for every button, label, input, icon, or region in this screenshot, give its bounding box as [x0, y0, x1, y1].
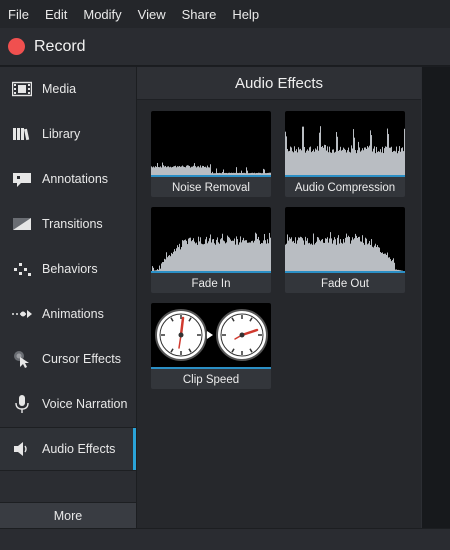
speech-bubble-icon — [11, 168, 33, 190]
noise-removal-waveform-icon — [151, 111, 271, 177]
books-icon — [11, 123, 33, 145]
cursor-effects-icon — [11, 348, 33, 370]
sidebar-item-cursor-effects[interactable]: Cursor Effects — [0, 337, 136, 381]
effect-label: Fade In — [191, 278, 231, 290]
sidebar: Media Library Annotations Transitions Be… — [0, 67, 137, 528]
more-button[interactable]: More — [0, 502, 136, 528]
effect-tile-fade-in[interactable]: Fade In — [151, 207, 271, 293]
menu-file[interactable]: File — [8, 7, 29, 22]
sidebar-item-label: Cursor Effects — [42, 352, 121, 366]
behaviors-icon — [11, 258, 33, 280]
effect-tile-fade-out[interactable]: Fade Out — [285, 207, 405, 293]
sidebar-item-transitions[interactable]: Transitions — [0, 202, 136, 246]
audio-effects-panel: Audio Effects Noise Removal Audio Compre… — [137, 67, 421, 528]
transition-icon — [11, 213, 33, 235]
record-button[interactable]: Record — [34, 38, 86, 56]
sidebar-item-behaviors[interactable]: Behaviors — [0, 247, 136, 291]
effect-tile-clip-speed[interactable]: Clip Speed — [151, 303, 271, 389]
active-indicator — [133, 428, 136, 470]
sidebar-item-label: Behaviors — [42, 262, 98, 276]
menu-edit[interactable]: Edit — [45, 7, 67, 22]
microphone-icon — [11, 393, 33, 415]
menu-bar: File Edit Modify View Share Help — [0, 0, 450, 28]
status-bar — [0, 528, 450, 550]
menu-modify[interactable]: Modify — [83, 7, 121, 22]
audio-compression-waveform-icon — [285, 111, 405, 177]
sidebar-item-label: Annotations — [42, 172, 109, 186]
menu-view[interactable]: View — [138, 7, 166, 22]
sidebar-item-label: Transitions — [42, 217, 103, 231]
panel-title: Audio Effects — [137, 67, 421, 100]
speaker-icon — [11, 438, 33, 460]
fade-out-waveform-icon — [285, 207, 405, 273]
sidebar-item-label: Library — [42, 127, 81, 141]
sidebar-item-audio-effects[interactable]: Audio Effects — [0, 427, 136, 471]
sidebar-item-label: Voice Narration — [42, 397, 128, 411]
effect-label: Fade Out — [321, 278, 369, 290]
film-strip-icon — [11, 78, 33, 100]
record-icon[interactable] — [8, 38, 25, 55]
sidebar-item-media[interactable]: Media — [0, 67, 136, 111]
effect-tile-noise-removal[interactable]: Noise Removal — [151, 111, 271, 197]
sidebar-item-label: Media — [42, 82, 77, 96]
animation-arrow-icon — [11, 303, 33, 325]
clip-speed-clocks-icon — [151, 303, 271, 369]
sidebar-item-voice-narration[interactable]: Voice Narration — [0, 382, 136, 426]
sidebar-item-label: Animations — [42, 307, 104, 321]
sidebar-item-animations[interactable]: Animations — [0, 292, 136, 336]
canvas-area — [421, 67, 450, 528]
menu-help[interactable]: Help — [232, 7, 259, 22]
sidebar-item-label: Audio Effects — [42, 442, 116, 456]
menu-share[interactable]: Share — [182, 7, 217, 22]
effect-label: Audio Compression — [294, 182, 396, 194]
effect-tile-audio-compression[interactable]: Audio Compression — [285, 111, 405, 197]
sidebar-item-annotations[interactable]: Annotations — [0, 157, 136, 201]
sidebar-item-library[interactable]: Library — [0, 112, 136, 156]
fade-in-waveform-icon — [151, 207, 271, 273]
effect-label: Clip Speed — [182, 374, 240, 386]
effect-label: Noise Removal — [172, 182, 250, 194]
record-toolbar: Record — [0, 28, 450, 66]
